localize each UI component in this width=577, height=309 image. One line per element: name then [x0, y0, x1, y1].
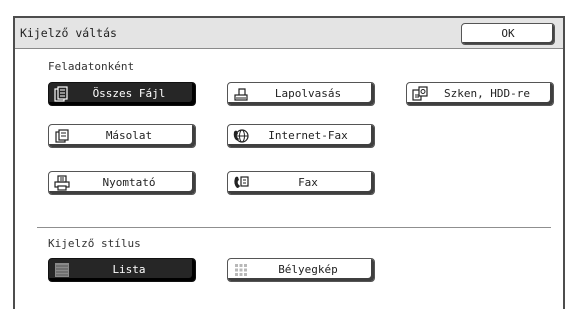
all-files-label: Összes Fájl: [92, 87, 166, 100]
scan-button[interactable]: Lapolvasás: [227, 82, 375, 106]
all-files-icon: [54, 86, 68, 102]
fax-icon: [234, 176, 249, 188]
scan-to-hdd-button[interactable]: Szken, HDD-re: [406, 82, 554, 106]
thumbnail-view-button[interactable]: Bélyegkép: [227, 258, 375, 282]
internet-fax-icon: [233, 129, 249, 143]
scan-to-hdd-icon: [412, 86, 428, 101]
printer-icon: [54, 175, 70, 191]
list-view-button[interactable]: Lista: [48, 258, 196, 282]
section-divider: [37, 227, 551, 228]
section-label-display-style: Kijelző stílus: [48, 237, 141, 250]
scan-icon: [234, 88, 248, 101]
section-label-by-job: Feladatonként: [48, 60, 135, 73]
thumbnail-icon: [235, 264, 247, 276]
list-view-label: Lista: [112, 263, 146, 276]
scan-to-hdd-label: Szken, HDD-re: [443, 87, 531, 100]
dialog-title: Kijelző váltás: [20, 26, 117, 40]
printer-label: Nyomtató: [102, 176, 156, 189]
copy-label: Másolat: [105, 129, 153, 142]
all-files-button[interactable]: Összes Fájl: [48, 82, 196, 106]
list-icon: [55, 263, 69, 277]
fax-label: Fax: [298, 176, 318, 189]
display-switch-dialog: Kijelző váltás OK Feladatonként Összes F…: [13, 16, 565, 309]
internet-fax-button[interactable]: Internet-Fax: [227, 124, 375, 148]
fax-button[interactable]: Fax: [227, 171, 375, 195]
printer-button[interactable]: Nyomtató: [48, 171, 196, 195]
dialog-titlebar: Kijelző váltás OK: [15, 18, 563, 49]
internet-fax-label: Internet-Fax: [268, 129, 348, 142]
scan-label: Lapolvasás: [274, 87, 342, 100]
copy-icon: [55, 129, 69, 143]
copy-button[interactable]: Másolat: [48, 124, 196, 148]
thumbnail-view-label: Bélyegkép: [278, 263, 338, 276]
ok-button[interactable]: OK: [461, 23, 555, 45]
